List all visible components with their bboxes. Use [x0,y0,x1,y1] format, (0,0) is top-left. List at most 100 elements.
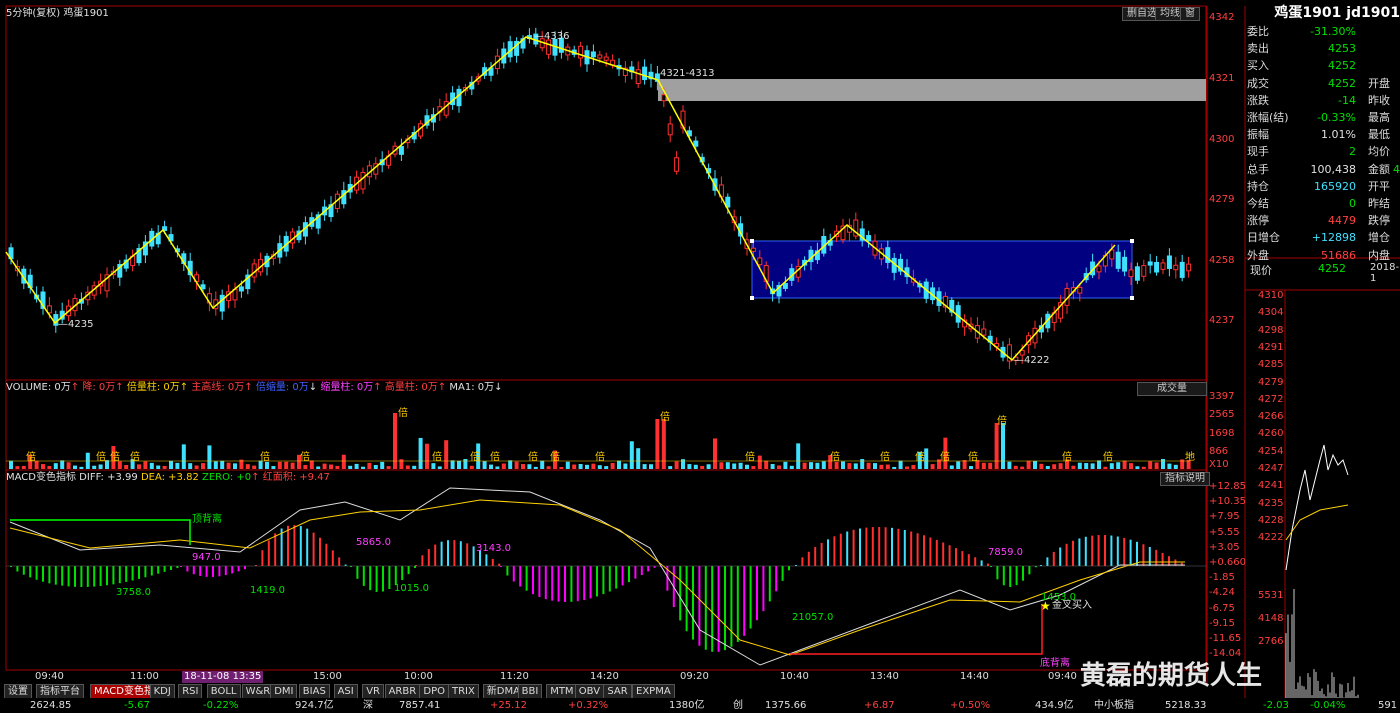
macd-bar [525,566,528,591]
volume-bar [1109,463,1114,469]
macd-bar [532,566,534,595]
tab-7[interactable]: DMI [270,684,298,699]
tab-12[interactable]: DPO [419,684,449,699]
macd-bar [1059,547,1062,566]
volume-indicator-button[interactable]: 成交量 [1137,382,1207,396]
tab-16[interactable]: MTM [546,684,578,699]
tab-15[interactable]: BBI [517,684,543,699]
chart-canvas[interactable]: ★ [0,0,1400,713]
volume-mark: 倍 [745,452,755,463]
macd-legend: MACD变色指标 DIFF: +3.99 DEA: +3.82 ZERO: +0… [6,472,330,483]
volume-bar [1045,466,1050,469]
quote-label2: 最低 [1368,128,1390,142]
quote-value: 4253 [1328,42,1356,56]
macd-bar [1002,566,1005,586]
tab-19[interactable]: EXPMA [632,684,675,699]
volume-bar [418,437,423,469]
tab-10[interactable]: VR [362,684,384,699]
volume-bar [156,465,161,469]
volume-bar [277,461,282,469]
volume-bar [527,464,532,469]
macd-bar [466,543,469,566]
volume-bar [1033,460,1037,469]
now-price-label: 现价 [1250,264,1272,277]
candle [590,51,596,58]
quote-value: -0.33% [1317,111,1356,124]
mini-tick: 4291 [1258,341,1284,353]
macd-bar [996,566,999,580]
tab-5[interactable]: BOLL [206,684,241,699]
volume-bar [213,461,218,469]
now-price-value: 4252 [1318,262,1346,275]
macd-bar [356,566,359,579]
mini-tick: 4304 [1258,307,1284,319]
volume-bar [981,462,986,469]
volume-mark: 倍 [26,452,36,463]
macd-tick: +12.85 [1209,481,1247,492]
status-item: 7857.41 [399,700,441,711]
tab-0[interactable]: 设置 [4,684,32,699]
tab-13[interactable]: TRIX [448,684,479,699]
macd-bar [453,540,456,566]
macd-bar [756,566,758,621]
tab-1[interactable]: 指标平台 [36,684,84,699]
high-annotation: —4336 [534,31,570,42]
status-bar: 2624.85 -5.67 -0.22% 924.7亿 深 7857.41 +25.12 +0… [0,698,1400,713]
volume-bar [757,455,762,469]
volume-bar [623,463,628,469]
volume-bar [770,463,775,469]
status-item: -2.03 [1263,700,1289,711]
macd-bar [192,566,195,575]
candle [1160,262,1166,270]
macd-bar [596,566,598,597]
status-item: -0.04% [1310,700,1346,711]
candle [866,235,872,242]
quote-row: 涨停 4479 跌停 [1247,213,1400,228]
volume-bar [1007,461,1012,469]
macd-tick: +5.55 [1209,526,1240,538]
volume-bar [322,463,327,469]
quote-value: -31.30% [1310,25,1356,38]
macd-bar [897,528,900,566]
tab-8[interactable]: BIAS [298,684,330,699]
macd-bar [1015,566,1018,586]
volume-bar [220,460,225,469]
status-item: 5218.33 [1165,700,1207,711]
volume-bar [1084,463,1089,469]
volume-bar [674,461,679,469]
macd-bar [93,566,96,587]
volume-legend: VOLUME: 0万↑ 降: 0万↑ 倍量柱: 0万↑ 主高线: 0万↑ 倍缩量… [6,382,503,393]
volume-mark: 倍 [968,452,978,463]
volume-bar [879,464,884,469]
status-item: 创 [733,700,743,711]
macd-bar [54,566,57,585]
macd-bar [519,566,522,587]
tab-3[interactable]: KDJ [149,684,175,699]
macd-bar [261,550,264,566]
candle [1096,265,1102,273]
volume-bar [962,460,967,469]
tab-18[interactable]: SAR [603,684,632,699]
price-tick: 4237 [1209,315,1235,326]
volume-bar [309,460,314,469]
window-button[interactable]: 窗 [1180,7,1200,21]
volume-mark: 倍 [1103,452,1113,463]
macd-bar [557,566,560,602]
candle [693,140,699,147]
tab-9[interactable]: ASI [333,684,358,699]
macd-bar [491,558,494,566]
tab-4[interactable]: RSI [178,684,203,699]
tab-11[interactable]: ARBR [384,684,421,699]
macd-bar [736,566,739,642]
indicator-help-button[interactable]: 指标说明 [1160,472,1210,486]
macd-bar [1022,566,1024,581]
volume-mark: 倍 [398,408,408,419]
volume-bar [969,466,973,469]
volume-bar [796,443,801,469]
volume-tick: 2565 [1209,409,1235,420]
tab-17[interactable]: OBV [574,684,605,699]
candle [1154,261,1160,273]
macd-tick: -11.65 [1209,633,1242,644]
macd-bar [1142,544,1145,566]
volume-bar [533,466,538,469]
